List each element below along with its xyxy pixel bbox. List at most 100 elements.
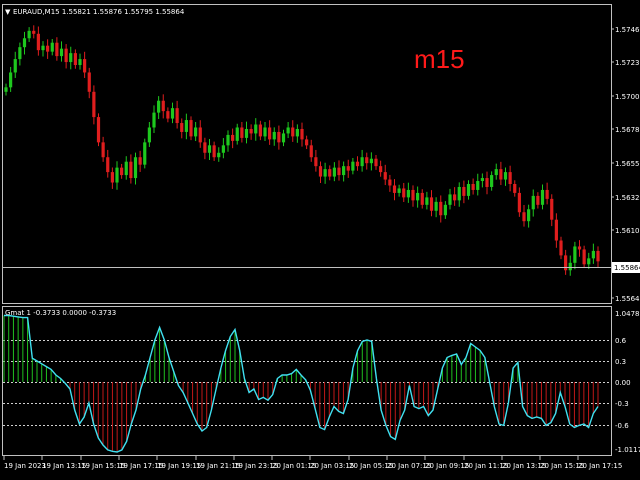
candle-body xyxy=(120,167,124,176)
price-tick-label: 1.57005 xyxy=(615,93,640,101)
price-tick-label: 1.56100 xyxy=(615,227,640,235)
time-axis[interactable]: 19 Jan 2023 19 Jan 13:15 19 Jan 15:15 19… xyxy=(3,456,622,470)
candle-body xyxy=(18,47,22,60)
candle-body xyxy=(226,134,230,146)
candle-body xyxy=(291,127,295,137)
candle-body xyxy=(476,181,480,190)
candle-body xyxy=(392,185,397,193)
candle-body xyxy=(332,167,336,177)
candle-body xyxy=(106,157,110,173)
candle-body xyxy=(59,48,64,57)
candle-body xyxy=(536,195,540,205)
candle-body xyxy=(540,189,545,205)
candle-body xyxy=(328,169,332,177)
candle-body xyxy=(411,189,415,201)
indicator-axis[interactable]: 1.0478 0.6 0.3 0.00 -0.3 -0.6 -1.0117 xyxy=(615,310,640,454)
time-tick-label: 20 Jan 09:15 xyxy=(425,462,469,470)
candle-body xyxy=(508,172,512,184)
candle-body xyxy=(374,158,378,167)
candle-body xyxy=(342,166,346,176)
candle-body xyxy=(198,127,202,143)
time-tick-label: 19 Jan 2023 xyxy=(4,462,46,470)
candle-body xyxy=(203,142,207,153)
candle-body xyxy=(157,100,161,113)
candle-body xyxy=(425,197,429,205)
price-axis[interactable]: 1.57460 1.57230 1.57005 1.56780 1.56550 … xyxy=(611,26,640,303)
candle-body xyxy=(101,142,105,158)
candle-body xyxy=(277,131,281,143)
candle-body xyxy=(129,161,133,179)
candle-body xyxy=(365,157,369,164)
candle-body xyxy=(596,250,600,262)
candle-body xyxy=(258,124,262,137)
candle-body xyxy=(138,157,142,165)
candle-body xyxy=(161,100,165,112)
candle-body xyxy=(318,166,323,177)
candle-body xyxy=(133,157,138,179)
candle xyxy=(96,113,101,147)
candle-body xyxy=(231,134,235,141)
candle-body xyxy=(286,127,290,134)
price-tick-label: 1.55645 xyxy=(615,295,640,303)
price-panel[interactable] xyxy=(2,4,612,304)
candle-body xyxy=(295,128,299,137)
chart-window[interactable]: 1.55864 ▼ EURAUD,M15 1.55821 1.55876 1.5… xyxy=(0,0,640,480)
candle-body xyxy=(115,167,119,183)
candle-body xyxy=(22,38,27,48)
candle-body xyxy=(434,201,438,211)
candle-body xyxy=(124,161,128,176)
candle-body xyxy=(87,72,91,92)
price-tick-label: 1.56325 xyxy=(615,194,640,202)
candle-body xyxy=(559,240,563,256)
candle-body xyxy=(36,33,40,51)
candle-body xyxy=(46,45,50,52)
time-tick-label: 19 Jan 13:15 xyxy=(42,462,86,470)
candle-body xyxy=(305,139,309,146)
indicator-tick-label: 0.00 xyxy=(615,379,631,387)
candle-body xyxy=(263,127,267,137)
candle-body xyxy=(416,192,420,201)
candle-body xyxy=(564,255,568,271)
candle-body xyxy=(69,53,73,63)
candle-body xyxy=(522,212,526,222)
candle-body xyxy=(32,30,36,34)
indicator-tick-label: -0.3 xyxy=(615,400,629,408)
candle-body xyxy=(268,127,272,140)
candle-body xyxy=(513,184,517,193)
candle-body xyxy=(4,87,8,92)
candle-body xyxy=(300,128,304,140)
candle-body xyxy=(13,59,17,73)
indicator-tick-label: 0.3 xyxy=(615,358,626,366)
candle-body xyxy=(180,123,184,132)
candle-body xyxy=(50,42,54,52)
candle-body xyxy=(166,111,170,119)
indicator-tick-label: 0.6 xyxy=(615,337,627,345)
timeframe-label: m15 xyxy=(414,44,465,74)
indicator-tick-label: 1.0478 xyxy=(615,310,640,318)
candle-body xyxy=(485,178,489,187)
candle-body xyxy=(189,120,193,137)
candle-body xyxy=(379,166,383,173)
time-tick-label: 20 Jan 17:15 xyxy=(578,462,622,470)
candle-body xyxy=(83,59,87,73)
candle-body xyxy=(545,189,549,199)
candle-body xyxy=(397,188,401,193)
candle-body xyxy=(577,246,582,250)
indicator-tick-label: -0.6 xyxy=(615,422,629,430)
candle-body xyxy=(249,128,253,134)
collapse-triangle-icon[interactable]: ▼ xyxy=(5,8,11,16)
candle-body xyxy=(499,169,503,180)
indicator-info: Gmat 1 -0.3733 0.0000 -0.3733 xyxy=(5,309,116,317)
candle-body xyxy=(466,184,471,196)
price-tick-label: 1.56780 xyxy=(615,126,640,134)
candle-body xyxy=(429,197,434,211)
candle-body xyxy=(457,186,461,201)
candle-body xyxy=(41,45,45,51)
candle-body xyxy=(471,184,475,190)
candle-body xyxy=(351,161,355,171)
candle-body xyxy=(587,258,591,265)
candle-body xyxy=(527,209,531,222)
candle-body xyxy=(420,192,424,205)
candle xyxy=(143,138,147,169)
candle-body xyxy=(568,262,572,271)
